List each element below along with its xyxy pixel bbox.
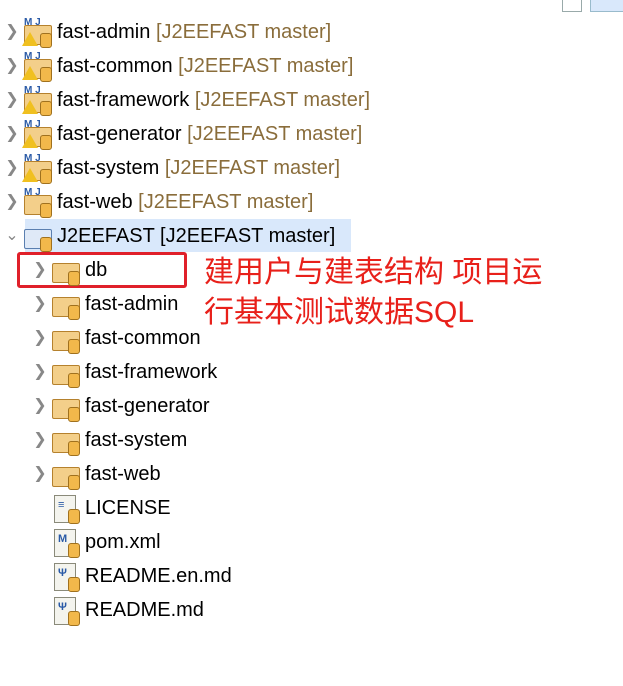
item-name: fast-common xyxy=(85,326,201,349)
item-name: README.md xyxy=(85,598,204,621)
maven-file-icon: M xyxy=(50,527,82,558)
project-name: fast-system xyxy=(57,156,160,179)
folder-icon xyxy=(50,425,82,456)
folder-icon xyxy=(50,255,82,286)
tree-item-project[interactable]: ❯ M Jfast-admin [J2EEFAST master] xyxy=(0,15,331,49)
item-name: pom.xml xyxy=(85,530,161,553)
folder-icon xyxy=(50,357,82,388)
markdown-file-icon: Ψ xyxy=(50,595,82,626)
annotation-line-1: 建用户与建表结构 项目运 xyxy=(204,256,543,289)
markdown-file-icon: Ψ xyxy=(50,561,82,592)
tree-item-readme-md[interactable]: Ψ README.md xyxy=(0,593,204,627)
chevron-right-icon[interactable]: ❯ xyxy=(30,362,50,382)
tree-item-readme-en-md[interactable]: Ψ README.en.md xyxy=(0,559,232,593)
link-editor-button[interactable] xyxy=(590,0,623,12)
item-name: README.en.md xyxy=(85,564,232,587)
chevron-right-icon[interactable]: ❯ xyxy=(2,124,22,144)
chevron-right-icon[interactable]: ❯ xyxy=(2,90,22,110)
project-folder-icon xyxy=(22,221,54,252)
tree-item-fast-admin[interactable]: ❯ fast-admin xyxy=(0,287,178,321)
item-name: LICENSE xyxy=(85,496,171,519)
annotation-line-2: 行基本测试数据SQL xyxy=(204,296,475,329)
tree-item-fast-web[interactable]: ❯ fast-web xyxy=(0,457,161,491)
folder-icon xyxy=(50,323,82,354)
folder-icon xyxy=(50,459,82,490)
maven-project-icon: M J xyxy=(22,187,54,218)
project-name: fast-framework xyxy=(57,88,190,111)
project-name: fast-admin xyxy=(57,20,151,43)
repo-branch: [J2EEFAST master] xyxy=(138,190,314,213)
tree-item-fast-framework[interactable]: ❯ fast-framework xyxy=(0,355,217,389)
tree-item-project[interactable]: ❯ M Jfast-framework [J2EEFAST master] xyxy=(0,83,370,117)
project-name: fast-common xyxy=(57,54,173,77)
repo-branch: [J2EEFAST master] xyxy=(155,20,332,43)
repo-branch: [J2EEFAST master] xyxy=(178,54,354,77)
chevron-right-icon[interactable]: ❯ xyxy=(30,396,50,416)
chevron-right-icon[interactable]: ❯ xyxy=(2,56,22,76)
root-label: J2EEFAST [J2EEFAST master] xyxy=(57,224,336,247)
item-name: fast-system xyxy=(85,428,188,451)
item-name: fast-framework xyxy=(85,360,218,383)
chevron-right-icon[interactable]: ❯ xyxy=(2,22,22,42)
chevron-right-icon[interactable]: ❯ xyxy=(30,430,50,450)
tree-item-fast-system[interactable]: ❯ fast-system xyxy=(0,423,187,457)
maven-project-warning-icon: M J xyxy=(22,85,54,116)
text-file-icon: ≡ xyxy=(50,493,82,524)
chevron-right-icon[interactable]: ❯ xyxy=(2,192,22,212)
item-name: fast-web xyxy=(85,462,161,485)
tree-item-project[interactable]: ❯ M Jfast-common [J2EEFAST master] xyxy=(0,49,353,83)
chevron-right-icon[interactable]: ❯ xyxy=(30,294,50,314)
item-name: fast-generator xyxy=(85,394,210,417)
item-name: fast-admin xyxy=(85,292,179,315)
tree-item-root[interactable]: ⌄ J2EEFAST [J2EEFAST master] xyxy=(0,219,351,253)
maven-project-warning-icon: M J xyxy=(22,17,54,48)
chevron-right-icon[interactable]: ❯ xyxy=(30,464,50,484)
project-name: fast-generator xyxy=(57,122,182,145)
chevron-right-icon[interactable]: ❯ xyxy=(30,260,50,280)
folder-icon xyxy=(50,391,82,422)
tree-item-project[interactable]: ❯ M Jfast-system [J2EEFAST master] xyxy=(0,151,340,185)
chevron-right-icon[interactable]: ❯ xyxy=(2,158,22,178)
project-name: fast-web xyxy=(57,190,133,213)
chevron-down-icon[interactable]: ⌄ xyxy=(2,226,22,246)
folder-icon xyxy=(50,289,82,320)
tree-item-license[interactable]: ≡ LICENSE xyxy=(0,491,171,525)
tree-item-project[interactable]: ❯ M Jfast-generator [J2EEFAST master] xyxy=(0,117,362,151)
repo-branch: [J2EEFAST master] xyxy=(164,156,341,179)
maven-project-warning-icon: M J xyxy=(22,153,54,184)
maven-project-warning-icon: M J xyxy=(22,51,54,82)
tree-item-fast-generator[interactable]: ❯ fast-generator xyxy=(0,389,210,423)
item-name: db xyxy=(85,258,108,281)
repo-branch: [J2EEFAST master] xyxy=(187,122,363,145)
tree-item-fast-common[interactable]: ❯ fast-common xyxy=(0,321,201,355)
maven-project-warning-icon: M J xyxy=(22,119,54,150)
repo-branch: [J2EEFAST master] xyxy=(194,88,371,111)
tree-item-project[interactable]: ❯ M Jfast-web [J2EEFAST master] xyxy=(0,185,313,219)
chevron-right-icon[interactable]: ❯ xyxy=(30,328,50,348)
minimize-view-button[interactable] xyxy=(562,0,582,12)
tree-item-pom-xml[interactable]: Mpom.xml xyxy=(0,525,161,559)
